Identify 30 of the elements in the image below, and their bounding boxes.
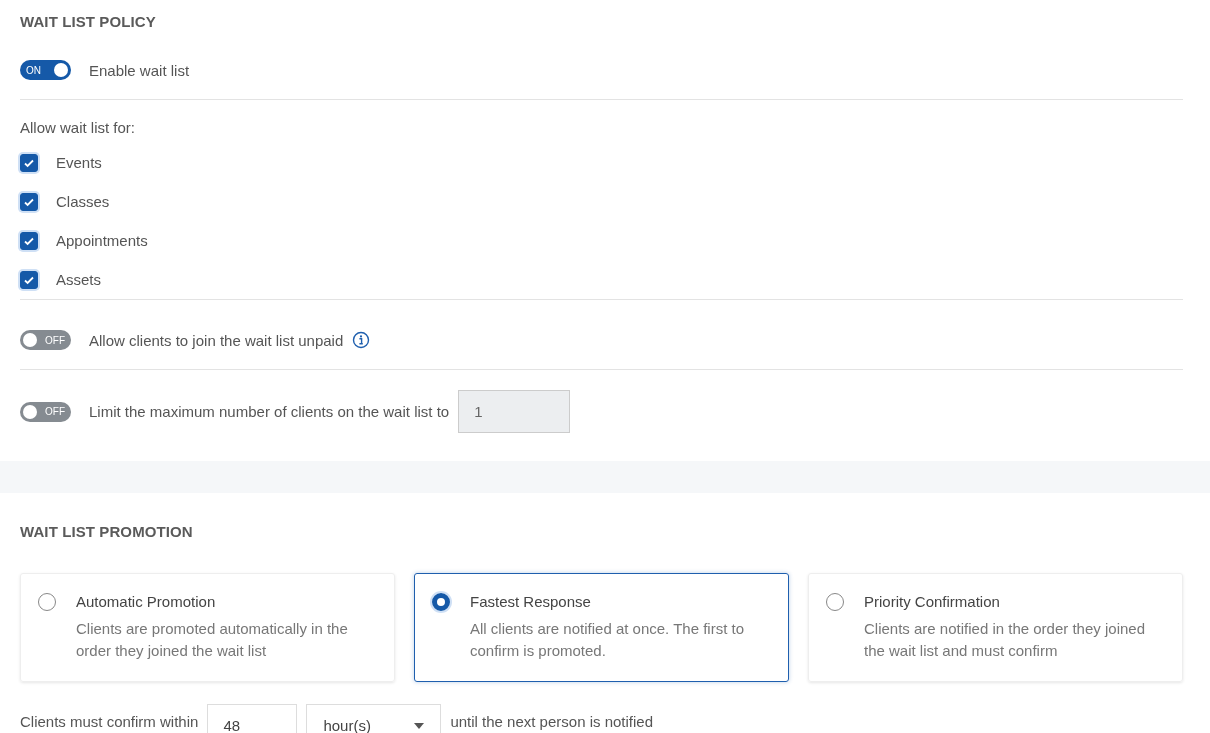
- option-title: Fastest Response: [470, 593, 592, 610]
- checkbox[interactable]: [20, 270, 38, 289]
- option-card[interactable]: Fastest Response All clients are notified at once. The first to confirm is promoted.: [414, 573, 789, 682]
- group-label: Allow wait list for:: [20, 119, 137, 136]
- caret-icon: [414, 722, 425, 729]
- toggle-label: Enable wait list: [89, 61, 190, 79]
- option-description: Clients are notified in the order they joined the wait list and must confirm: [864, 619, 1146, 661]
- checkbox[interactable]: [20, 192, 38, 211]
- number-input[interactable]: 48: [207, 704, 298, 733]
- checkbox[interactable]: [20, 153, 38, 172]
- toggle-label: Limit the maximum number of clients on the wait list to: [89, 403, 450, 420]
- option-description: Clients are promoted automatically in the order they joined the wait list: [76, 619, 349, 661]
- section-title: WAIT LIST PROMOTION: [20, 523, 194, 540]
- checkbox-label: Appointments: [56, 232, 148, 249]
- checkbox[interactable]: [20, 231, 38, 250]
- confirm-label: until the next person is notified: [450, 713, 653, 730]
- section-title: WAIT LIST POLICY: [20, 13, 157, 30]
- checkbox-label: Assets: [56, 271, 101, 288]
- option-description: All clients are notified at once. The first to confirm is promoted.: [470, 619, 746, 661]
- option-card[interactable]: Automatic Promotion Clients are promoted automatically in the order they joined the wait list: [20, 573, 395, 682]
- option-card[interactable]: Priority Confirmation Clients are notified in the order they joined the wait list and must confirm: [808, 573, 1183, 682]
- confirm-label: Clients must confirm within: [20, 713, 199, 730]
- option-title: Priority Confirmation: [864, 593, 1001, 610]
- toggle-switch[interactable]: ON: [20, 60, 71, 80]
- checkbox-label: Classes: [56, 193, 110, 210]
- toggle-label: Allow clients to join the wait list unpaid: [89, 331, 344, 349]
- info-icon[interactable]: [352, 331, 371, 349]
- checkbox-label: Events: [56, 154, 102, 171]
- option-title: Automatic Promotion: [76, 593, 217, 610]
- radio-button[interactable]: [432, 593, 450, 611]
